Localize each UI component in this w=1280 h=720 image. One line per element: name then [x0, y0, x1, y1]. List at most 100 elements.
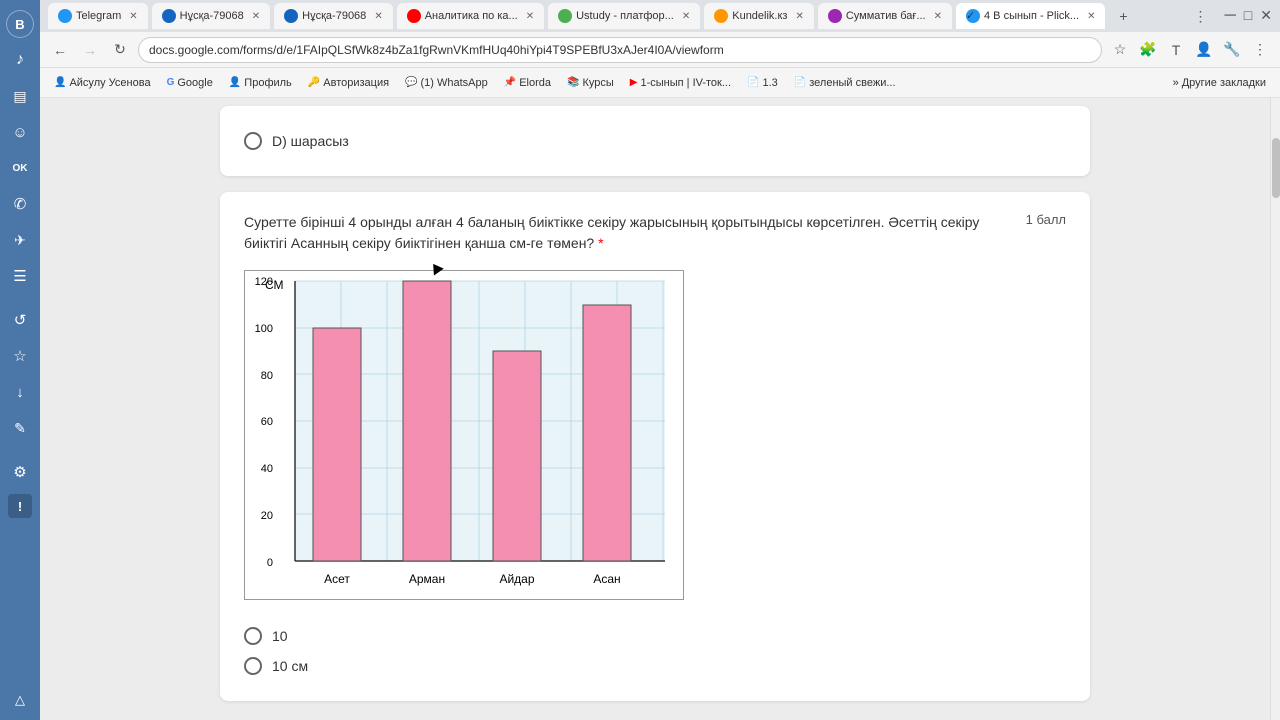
bookmark-1synyp[interactable]: ▶ 1-сынып | IV-ток... — [624, 75, 737, 91]
y-20: 20 — [261, 510, 273, 522]
bookmark-elorda[interactable]: 📌 Elorda — [498, 75, 557, 91]
nav-bar: ← → ↻ docs.google.com/forms/d/e/1FAIpQLS… — [40, 32, 1280, 68]
tab-nuska2[interactable]: Нұсқа-79068 ✕ — [274, 3, 393, 29]
tab-label-analytics: Аналитика по ка... — [425, 10, 518, 22]
option-10cm-radio[interactable] — [244, 657, 262, 675]
translate-button[interactable]: T — [1164, 38, 1188, 62]
y-80: 80 — [261, 370, 273, 382]
option-10-radio[interactable] — [244, 627, 262, 645]
sidebar-edit[interactable]: ✎ — [6, 414, 34, 442]
bookmark-label-auth: Авторизация — [323, 77, 389, 89]
scroll-thumb[interactable] — [1272, 138, 1280, 198]
required-marker: * — [598, 235, 603, 251]
sidebar-alert[interactable]: ! — [8, 494, 32, 518]
tab-telegram[interactable]: Telegram ✕ — [48, 3, 148, 29]
y-40: 40 — [261, 463, 273, 475]
sidebar-ok[interactable]: OK — [6, 154, 34, 182]
4b-favicon: ✓ — [966, 9, 980, 23]
bookmark-aisulu[interactable]: 👤 Айсулу Усенова — [48, 75, 157, 91]
bookmark-profile[interactable]: 👤 Профиль — [223, 75, 298, 91]
browser-menu-button[interactable]: ⋮ — [1188, 4, 1212, 28]
extension-button[interactable]: 🧩 — [1136, 38, 1160, 62]
tab-close-analytics[interactable]: ✕ — [526, 11, 534, 22]
settings-button[interactable]: ⋮ — [1248, 38, 1272, 62]
sidebar-star[interactable]: ☆ — [6, 342, 34, 370]
sidebar-telegram[interactable]: ✈ — [6, 226, 34, 254]
sidebar-list[interactable]: ☰ — [6, 262, 34, 290]
bookmark-auth[interactable]: 🔑 Авторизация — [302, 75, 395, 91]
forward-button[interactable]: → — [78, 38, 102, 62]
tab-close-telegram[interactable]: ✕ — [129, 11, 137, 22]
tab-nuska1[interactable]: Нұсқа-79068 ✕ — [152, 3, 271, 29]
tab-ustudy[interactable]: Ustudy - платфор... ✕ — [548, 3, 700, 29]
form-area: D) шарасыз Суретте бірінші 4 орынды алға… — [40, 98, 1270, 720]
extensions-button[interactable]: 🔧 — [1220, 38, 1244, 62]
bookmark-label-kursy: Курсы — [582, 77, 613, 89]
tab-label-nuska1: Нұсқа-79068 — [180, 10, 244, 22]
bookmarks-bar: 👤 Айсулу Усенова G Google 👤 Профиль 🔑 Ав… — [40, 68, 1280, 98]
tab-summative[interactable]: Сумматив бағ... ✕ — [818, 3, 952, 29]
bookmark-google[interactable]: G Google — [161, 75, 219, 91]
bookmark-kursy[interactable]: 📚 Курсы — [561, 75, 620, 91]
whatsapp-icon: 💬 — [405, 77, 417, 88]
profile-icon: 👤 — [229, 77, 241, 88]
answer-section: 10 10 см — [244, 621, 1066, 681]
sidebar-phone[interactable]: ✆ — [6, 190, 34, 218]
bookmark-label-google: Google — [177, 77, 212, 89]
label-asan: Асан — [593, 572, 620, 586]
bookmark-label-green: зеленый свежи... — [809, 77, 895, 89]
option-10-label: 10 — [272, 628, 288, 644]
left-sidebar: B ♪ ▤ ☺ OK ✆ ✈ ☰ ↺ ☆ ↓ ✎ ⚙ ! △ — [0, 0, 40, 720]
sidebar-download[interactable]: ↓ — [6, 378, 34, 406]
bar-aset — [313, 328, 361, 561]
telegram-favicon — [58, 9, 72, 23]
sidebar-history[interactable]: ↺ — [6, 306, 34, 334]
bookmark-13[interactable]: 📄 1.3 — [741, 75, 784, 91]
analytics-favicon — [407, 9, 421, 23]
maximize-button[interactable]: □ — [1244, 7, 1252, 25]
minimize-button[interactable]: ─ — [1224, 7, 1235, 25]
sidebar-vk[interactable]: B — [6, 10, 34, 38]
elorda-icon: 📌 — [504, 77, 516, 88]
option-d-label: D) шарасыз — [272, 133, 349, 149]
sidebar-music[interactable]: ♪ — [6, 46, 34, 74]
bookmark-green[interactable]: 📄 зеленый свежи... — [788, 75, 902, 91]
close-button[interactable]: ✕ — [1260, 7, 1272, 25]
address-text: docs.google.com/forms/d/e/1FAIpQLSfWk8z4… — [149, 43, 1091, 57]
kursy-icon: 📚 — [567, 77, 579, 88]
reload-button[interactable]: ↻ — [108, 38, 132, 62]
address-bar[interactable]: docs.google.com/forms/d/e/1FAIpQLSfWk8z4… — [138, 37, 1102, 63]
tab-close-kundelik[interactable]: ✕ — [795, 11, 803, 22]
chart-container: СМ 0 20 40 60 80 100 120 — [244, 270, 684, 605]
bookmark-star-button[interactable]: ☆ — [1108, 38, 1132, 62]
tab-analytics[interactable]: Аналитика по ка... ✕ — [397, 3, 544, 29]
tab-kundelik[interactable]: Kundelik.кз ✕ — [704, 3, 814, 29]
question-points: 1 балл — [1026, 212, 1066, 254]
more-bookmarks-icon: » — [1173, 77, 1179, 89]
tab-close-nuska2[interactable]: ✕ — [374, 11, 382, 22]
option-10-row: 10 — [244, 621, 1066, 651]
tab-close-summative[interactable]: ✕ — [934, 11, 942, 22]
tab-4b[interactable]: ✓ 4 В сынып - Plick... ✕ — [956, 3, 1105, 29]
bar-arman — [403, 281, 451, 561]
sidebar-face[interactable]: ☺ — [6, 118, 34, 146]
sidebar-settings[interactable]: ⚙ — [6, 458, 34, 486]
bookmark-more[interactable]: » Другие закладки — [1167, 75, 1272, 91]
bookmark-whatsapp[interactable]: 💬 (1) WhatsApp — [399, 75, 494, 91]
tab-label-4b: 4 В сынып - Plick... — [984, 10, 1079, 22]
sidebar-stats[interactable]: ▤ — [6, 82, 34, 110]
tab-close-4b[interactable]: ✕ — [1087, 11, 1095, 22]
profile-button[interactable]: 👤 — [1192, 38, 1216, 62]
nuska2-favicon — [284, 9, 298, 23]
option-d-radio[interactable] — [244, 132, 262, 150]
sidebar-up[interactable]: △ — [6, 686, 34, 714]
y-60: 60 — [261, 416, 273, 428]
tab-label-ustudy: Ustudy - платфор... — [576, 10, 674, 22]
tab-close-ustudy[interactable]: ✕ — [682, 11, 690, 22]
back-button[interactable]: ← — [48, 38, 72, 62]
13-icon: 📄 — [747, 77, 759, 88]
y-0: 0 — [267, 557, 273, 569]
tab-close-nuska1[interactable]: ✕ — [252, 11, 260, 22]
scroll-track[interactable] — [1270, 98, 1280, 720]
new-tab-button[interactable]: + — [1111, 4, 1135, 28]
